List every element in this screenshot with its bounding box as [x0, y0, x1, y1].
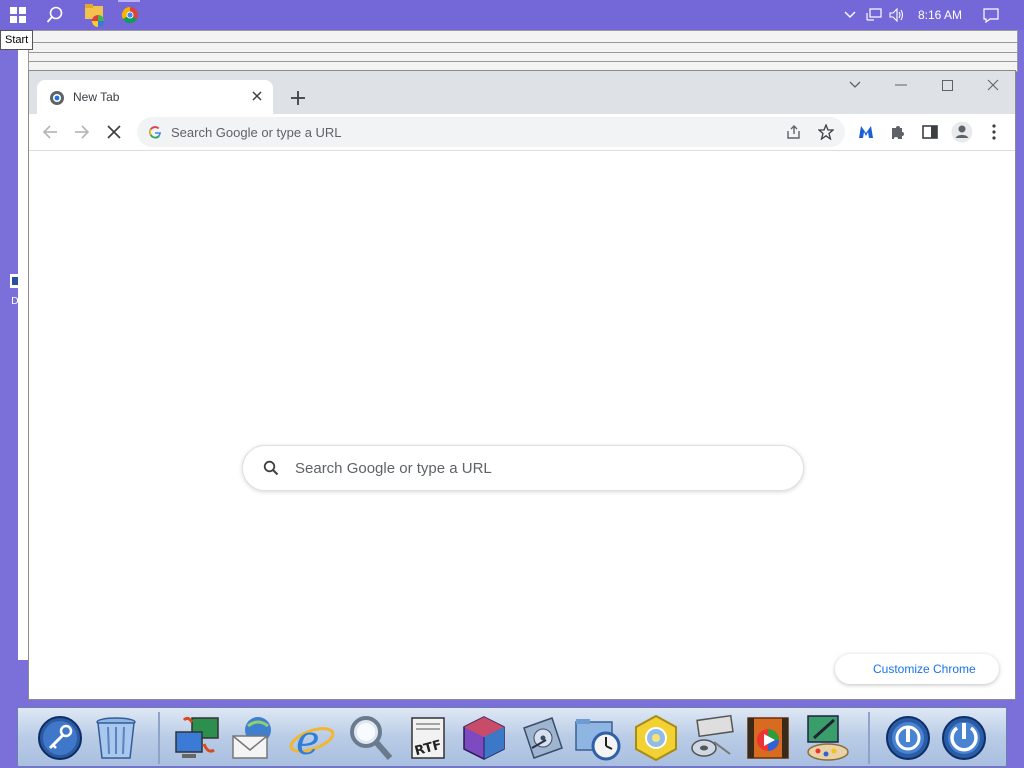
new-tab-plus-icon[interactable] [287, 87, 309, 109]
dock-separator [158, 712, 160, 764]
logoff-power-icon[interactable] [884, 714, 932, 762]
tab-title: New Tab [73, 90, 120, 104]
ntp-search-box[interactable]: Search Google or type a URL [242, 445, 804, 491]
stop-loading-icon[interactable] [103, 121, 125, 143]
forward-arrow-icon[interactable] [71, 121, 93, 143]
file-explorer-icon[interactable] [80, 0, 110, 30]
hex-settings-icon[interactable] [632, 714, 680, 762]
keychain-icon[interactable] [36, 714, 84, 762]
trash-icon[interactable] [92, 714, 140, 762]
omnibox[interactable]: Search Google or type a URL [137, 117, 845, 147]
desktop-shortcut-icon[interactable]: D [8, 272, 20, 308]
volume-icon[interactable] [886, 0, 908, 30]
svg-text:D: D [11, 296, 19, 307]
background-window-edge [18, 46, 28, 660]
share-icon[interactable] [786, 124, 802, 145]
rtf-document-icon[interactable]: RTF [404, 714, 452, 762]
minimize-icon[interactable] [886, 75, 916, 95]
paint-art-icon[interactable] [802, 714, 850, 762]
mail-icon[interactable] [230, 714, 278, 762]
search-icon[interactable] [42, 0, 68, 30]
tab-strip: New Tab [29, 71, 1015, 114]
cube-app-icon[interactable] [460, 714, 508, 762]
ntp-search-placeholder: Search Google or type a URL [295, 460, 492, 477]
chrome-window: New Tab Search Google or type a URL Sear… [28, 70, 1016, 700]
profile-avatar-icon[interactable] [951, 121, 973, 143]
network-computer-icon[interactable] [174, 714, 222, 762]
windows-start-icon[interactable] [4, 0, 32, 30]
tab-new-tab[interactable]: New Tab [37, 80, 273, 114]
notifications-icon[interactable] [980, 0, 1002, 30]
clock-folder-icon[interactable] [574, 714, 622, 762]
dock: e RTF [17, 707, 1007, 767]
malwarebytes-extension-icon[interactable] [855, 121, 877, 143]
customize-chrome-label: Customize Chrome [873, 662, 976, 676]
close-window-icon[interactable] [978, 75, 1008, 95]
shutdown-power-icon[interactable] [940, 714, 988, 762]
google-g-icon [148, 125, 162, 144]
tab-search-chevron-icon[interactable] [840, 75, 870, 95]
chrome-icon[interactable] [116, 0, 144, 30]
back-arrow-icon[interactable] [39, 121, 61, 143]
extensions-puzzle-icon[interactable] [887, 121, 909, 143]
internet-explorer-icon[interactable]: e [288, 714, 336, 764]
new-tab-favicon-icon [49, 90, 65, 111]
customize-chrome-button[interactable]: Customize Chrome [835, 654, 999, 684]
search-magnifier-icon [263, 460, 279, 481]
svg-text:e: e [296, 718, 320, 762]
omnibox-placeholder: Search Google or type a URL [171, 125, 342, 140]
disk-utility-icon[interactable] [518, 714, 566, 762]
start-tooltip: Start [0, 30, 34, 50]
side-panel-icon[interactable] [919, 121, 941, 143]
chevron-up-icon[interactable] [840, 0, 860, 30]
media-player-icon[interactable] [688, 714, 736, 762]
search-magnifier-app-icon[interactable] [346, 714, 394, 762]
active-app-indicator [118, 0, 140, 2]
dock-separator [868, 712, 870, 764]
video-film-icon[interactable] [744, 714, 792, 762]
maximize-icon[interactable] [932, 75, 962, 95]
clock[interactable]: 8:16 AM [918, 0, 962, 30]
menu-kebab-icon[interactable] [983, 121, 1005, 143]
network-icon[interactable] [864, 0, 884, 30]
close-tab-icon[interactable] [249, 88, 265, 104]
taskbar: 8:16 AM [0, 0, 1024, 30]
toolbar: Search Google or type a URL [29, 114, 1015, 151]
bookmark-star-icon[interactable] [817, 123, 835, 145]
